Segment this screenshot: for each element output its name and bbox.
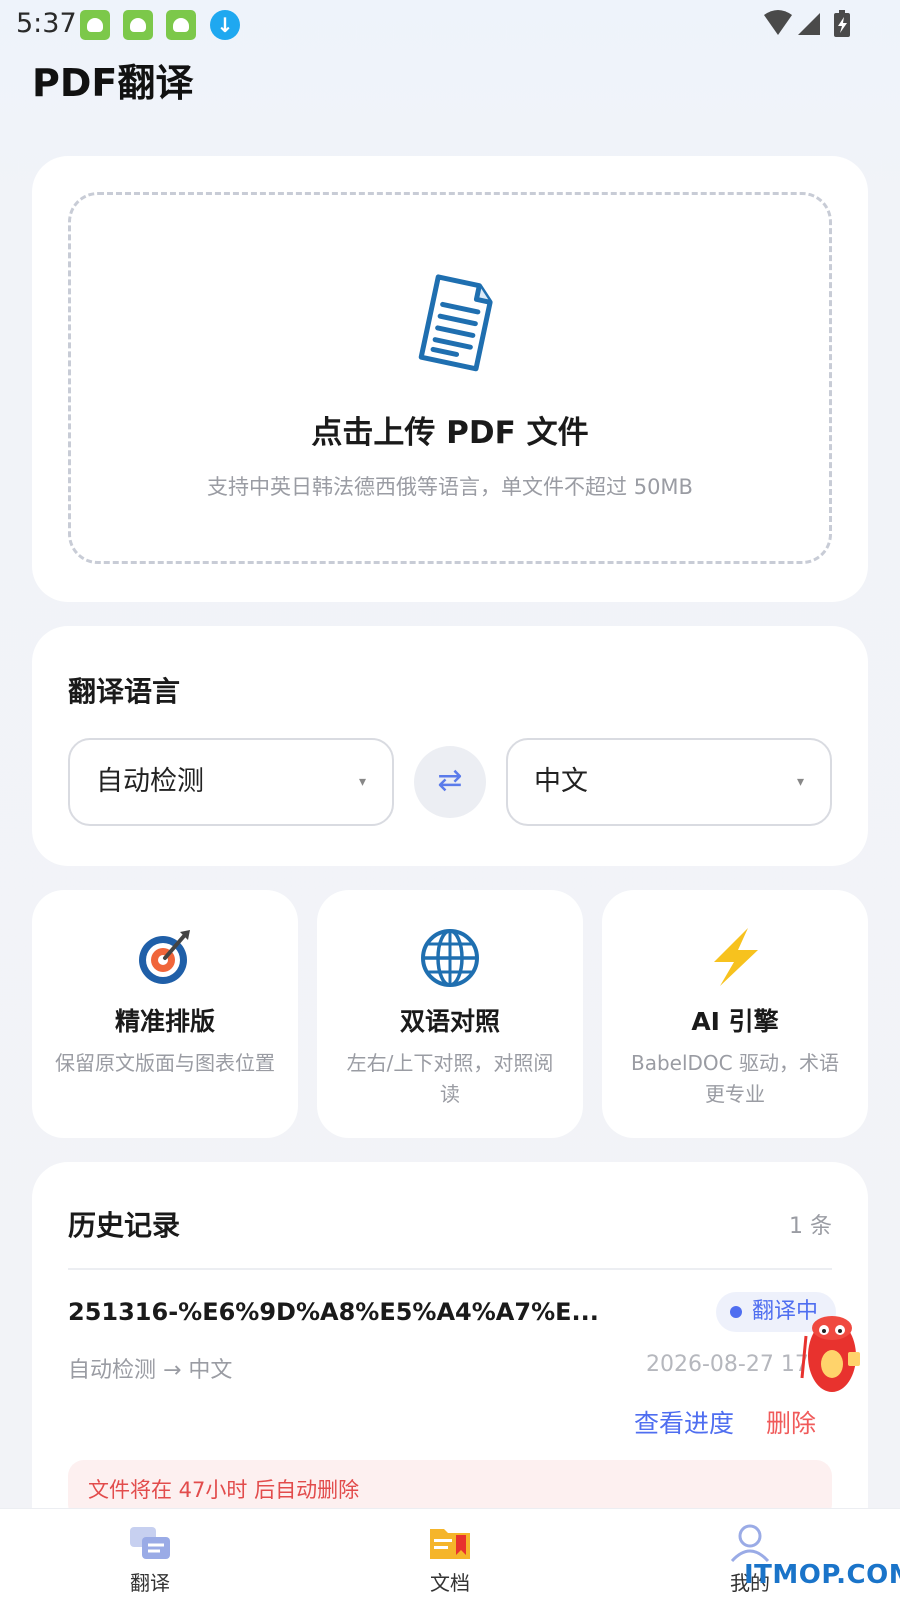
target-icon	[139, 930, 190, 984]
page-title: PDF翻译	[32, 61, 194, 105]
status-bar: 5:37 ↓	[0, 0, 900, 48]
translate-icon	[130, 1527, 170, 1559]
history-languages: 自动检测 → 中文	[68, 1358, 233, 1383]
swap-languages-button[interactable]: ⇄	[414, 746, 486, 818]
profile-icon	[730, 1524, 770, 1563]
feature-description: 左右/上下对照，对照阅读	[346, 1051, 554, 1106]
nav-label: 翻译	[130, 1571, 170, 1595]
feature-title: 精准排版	[114, 1007, 215, 1036]
document-folder-icon	[430, 1529, 470, 1559]
watermark: ITMOP.COM	[744, 1560, 900, 1590]
delete-button[interactable]: 删除	[766, 1404, 816, 1440]
divider	[68, 1268, 832, 1270]
app-notification-icon	[123, 10, 153, 40]
download-icon: ↓	[210, 10, 240, 40]
upload-card: 点击上传 PDF 文件 支持中英日韩法德西俄等语言，单文件不超过 50MB	[32, 156, 868, 602]
chevron-down-icon: ▾	[358, 774, 366, 790]
history-date: 2026-08-27 17	[646, 1352, 809, 1377]
pdf-document-icon	[418, 274, 493, 372]
app-notification-icon	[166, 10, 196, 40]
signal-battery-icon	[764, 10, 850, 37]
feature-title: AI 引擎	[691, 1007, 779, 1036]
language-card: 翻译语言 自动检测 ▾ ⇄ 中文 ▾	[32, 626, 868, 866]
status-dot-icon	[730, 1306, 742, 1318]
nav-label: 文档	[430, 1571, 470, 1595]
target-language-select[interactable]: 中文 ▾	[506, 738, 832, 826]
source-language-select[interactable]: 自动检测 ▾	[68, 738, 394, 826]
upload-title: 点击上传 PDF 文件	[311, 415, 589, 451]
upload-dropzone[interactable]: 点击上传 PDF 文件 支持中英日韩法德西俄等语言，单文件不超过 50MB	[68, 192, 832, 564]
feature-card-ai-engine: AI 引擎 BabelDOC 驱动，术语更专业	[602, 890, 868, 1138]
feature-card-bilingual: 双语对照 左右/上下对照，对照阅读	[317, 890, 583, 1138]
history-count: 1 条	[789, 1214, 832, 1239]
chevron-down-icon: ▾	[796, 774, 804, 790]
globe-icon	[421, 929, 479, 987]
upload-subtitle: 支持中英日韩法德西俄等语言，单文件不超过 50MB	[207, 475, 693, 499]
feature-description: 保留原文版面与图表位置	[55, 1051, 275, 1075]
app-notification-icon	[80, 10, 110, 40]
target-language-value: 中文	[534, 766, 588, 797]
feature-description: BabelDOC 驱动，术语更专业	[631, 1051, 839, 1106]
nav-item-documents[interactable]: 文档	[370, 1509, 530, 1600]
warning-text: 文件将在 47小时 后自动删除	[88, 1478, 360, 1502]
nav-item-translate[interactable]: 翻译	[70, 1509, 230, 1600]
status-time: 5:37	[16, 8, 77, 39]
feature-title: 双语对照	[399, 1007, 500, 1036]
feature-card-layout: 精准排版 保留原文版面与图表位置	[32, 890, 298, 1138]
source-language-value: 自动检测	[96, 766, 204, 797]
lightning-icon	[714, 928, 758, 986]
view-progress-button[interactable]: 查看进度	[634, 1404, 734, 1440]
file-name: 251316-%E6%9D%A8%E5%A4%A7%E...	[68, 1298, 599, 1326]
language-heading: 翻译语言	[68, 675, 181, 708]
history-title: 历史记录	[68, 1209, 181, 1242]
red-packet-icon[interactable]	[796, 1306, 862, 1398]
swap-icon: ⇄	[437, 763, 463, 798]
